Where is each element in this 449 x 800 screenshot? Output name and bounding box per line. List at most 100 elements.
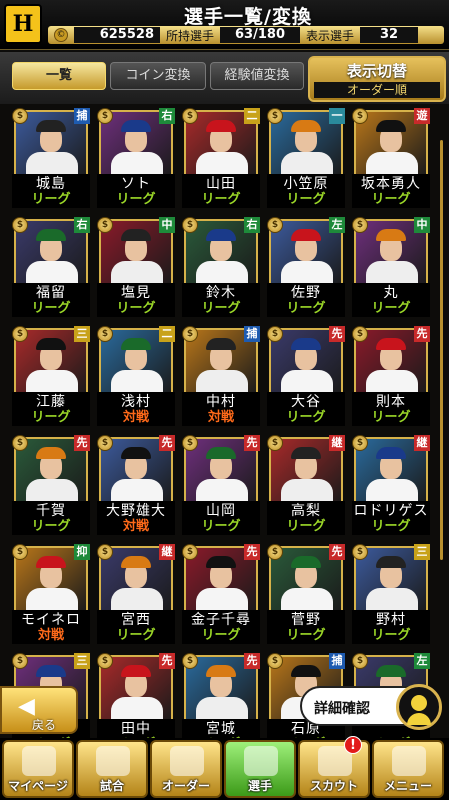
player-name: 塩見 (97, 283, 175, 303)
nav-menu-icon (392, 746, 426, 776)
bottom-nav: マイページ 試合 オーダー 選手 スカウト! メニュー (0, 736, 449, 800)
position-badge: 遊 (414, 108, 430, 124)
player-league: リーグ (97, 192, 175, 208)
position-badge: 先 (244, 544, 260, 560)
position-badge: 先 (329, 326, 345, 342)
player-name: 則本 (352, 392, 430, 412)
player-name: モイネロ (12, 610, 90, 630)
player-league: リーグ (267, 301, 345, 317)
player-card[interactable]: $ 左佐野 リーグ (267, 217, 345, 317)
player-name: 千賀 (12, 501, 90, 521)
position-badge: 二 (159, 326, 175, 342)
coin-icon: $ (97, 108, 113, 124)
player-card[interactable]: $ 先金子千尋 リーグ (182, 544, 260, 644)
nav-label: マイページ (8, 779, 68, 793)
position-badge: 左 (414, 653, 430, 669)
player-name: ソト (97, 174, 175, 194)
scrollbar[interactable] (440, 140, 443, 560)
nav-players-button[interactable]: 選手 (224, 740, 296, 798)
stats-bar: © 625528 所持選手 63/180 表示選手 32 (48, 26, 444, 44)
player-name: 佐野 (267, 283, 345, 303)
coin-icon: $ (182, 326, 198, 342)
tab-exp-convert[interactable]: 経験値変換 (210, 62, 304, 90)
player-name: 高梨 (267, 501, 345, 521)
player-card[interactable]: $ 先菅野 リーグ (267, 544, 345, 644)
tab-coin-convert[interactable]: コイン変換 (110, 62, 206, 90)
nav-order-button[interactable]: オーダー (150, 740, 222, 798)
player-card[interactable]: $ 右鈴木 リーグ (182, 217, 260, 317)
position-badge: 先 (244, 653, 260, 669)
player-card[interactable]: $ 先山岡 リーグ (182, 435, 260, 535)
notification-badge: ! (344, 736, 362, 754)
player-name: 江藤 (12, 392, 90, 412)
tab-bar: 一覧 コイン変換 経験値変換 表示切替 オーダー順 (0, 52, 449, 104)
player-card[interactable]: $ 継ロドリゲス リーグ (352, 435, 430, 535)
position-badge: 継 (159, 544, 175, 560)
player-league: リーグ (182, 519, 260, 535)
coin-icon: $ (267, 217, 283, 233)
coin-icon: $ (267, 544, 283, 560)
player-card[interactable]: $ 先大野雄大 対戦 (97, 435, 175, 535)
nav-order-icon (170, 746, 204, 776)
nav-label: オーダー (161, 779, 210, 793)
player-card[interactable]: $ 右福留 リーグ (12, 217, 90, 317)
player-card[interactable]: $ 三野村 リーグ (352, 544, 430, 644)
coin-icon: $ (267, 108, 283, 124)
coin-icon: $ (352, 544, 368, 560)
position-badge: 継 (414, 435, 430, 451)
position-badge: 先 (244, 435, 260, 451)
sort-toggle-button[interactable]: 表示切替 オーダー順 (308, 56, 446, 102)
position-badge: 先 (159, 435, 175, 451)
owned-label: 所持選手 (166, 28, 215, 43)
player-grid: $ 捕城島 リーグ $ 右ソト リーグ $ 二山田 リーグ $ 一小笠原 リーグ $ 遊坂本勇人 リーグ $ 右… (12, 108, 432, 738)
player-name: 福留 (12, 283, 90, 303)
player-card[interactable]: $ 二浅村 対戦 (97, 326, 175, 426)
player-name: 中村 (182, 392, 260, 412)
player-card[interactable]: $先田中リーグ (97, 653, 175, 738)
player-card[interactable]: $ 捕城島 リーグ (12, 108, 90, 208)
nav-menu-button[interactable]: メニュー (372, 740, 444, 798)
coin-icon: $ (267, 326, 283, 342)
sort-value: オーダー順 (314, 82, 440, 98)
detail-label: 詳細確認 (314, 701, 370, 717)
coin-icon: $ (182, 217, 198, 233)
player-card[interactable]: $ 先大谷 リーグ (267, 326, 345, 426)
player-card[interactable]: $先宮城リーグ (182, 653, 260, 738)
player-league: 対戦 (12, 628, 90, 644)
player-league: リーグ (97, 628, 175, 644)
player-card[interactable]: $ 継宮西 リーグ (97, 544, 175, 644)
nav-scout-button[interactable]: スカウト! (298, 736, 370, 798)
coin-icon: $ (97, 217, 113, 233)
player-name: 宮城 (182, 719, 260, 738)
back-button[interactable]: ◀ 戻る (0, 686, 78, 734)
player-card[interactable]: $ 三江藤 リーグ (12, 326, 90, 426)
player-name: 金子千尋 (182, 610, 260, 630)
player-card[interactable]: $ 捕中村 対戦 (182, 326, 260, 426)
coin-icon: $ (182, 108, 198, 124)
nav-mypage-button[interactable]: マイページ (2, 740, 74, 798)
player-league: リーグ (352, 519, 430, 535)
player-card[interactable]: $ 先則本 リーグ (352, 326, 430, 426)
player-name: 丸 (352, 283, 430, 303)
player-card[interactable]: $ 遊坂本勇人 リーグ (352, 108, 430, 208)
detail-button[interactable]: 詳細確認 (300, 684, 442, 730)
tab-list[interactable]: 一覧 (12, 62, 106, 90)
player-card[interactable]: $ 抑モイネロ 対戦 (12, 544, 90, 644)
header: H 選手一覧/変換 © 625528 所持選手 63/180 表示選手 32 (0, 0, 449, 50)
nav-game-button[interactable]: 試合 (76, 740, 148, 798)
player-league: リーグ (12, 410, 90, 426)
coin-icon: $ (182, 653, 198, 669)
coin-icon: $ (12, 108, 28, 124)
player-card[interactable]: $ 中塩見 リーグ (97, 217, 175, 317)
nav-mypage-icon (22, 746, 56, 776)
player-league: リーグ (182, 192, 260, 208)
player-card[interactable]: $ 中丸リーグ (352, 217, 430, 317)
position-badge: 中 (159, 217, 175, 233)
coin-icon: $ (12, 326, 28, 342)
player-card[interactable]: $ 二山田 リーグ (182, 108, 260, 208)
player-card[interactable]: $ 継高梨 リーグ (267, 435, 345, 535)
position-badge: 先 (74, 435, 90, 451)
player-card[interactable]: $ 一小笠原 リーグ (267, 108, 345, 208)
player-card[interactable]: $ 右ソト リーグ (97, 108, 175, 208)
player-card[interactable]: $ 先千賀 リーグ (12, 435, 90, 535)
